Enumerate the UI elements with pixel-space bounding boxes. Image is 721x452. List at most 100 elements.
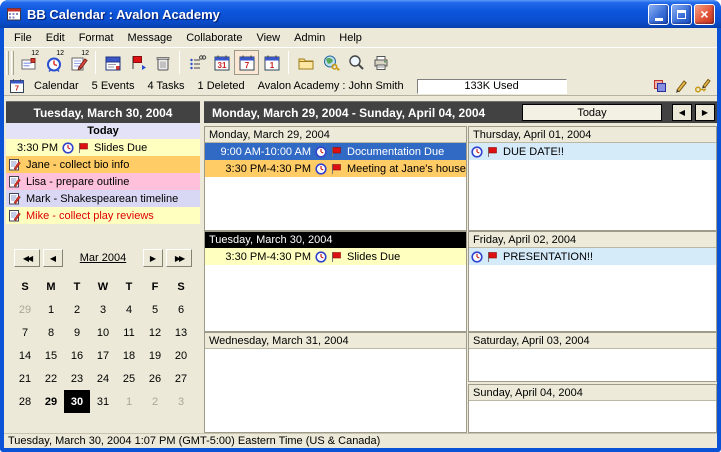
day-header[interactable]: Sunday, April 04, 2004 (469, 385, 716, 401)
event-row[interactable]: 3:30 PM-4:30 PMMeeting at Jane's house (205, 160, 466, 177)
menu-collaborate[interactable]: Collaborate (179, 30, 249, 46)
day-header[interactable]: Tuesday, March 30, 2004 (205, 232, 466, 248)
menu-help[interactable]: Help (332, 30, 369, 46)
mini-calendar-day[interactable]: 16 (64, 344, 90, 367)
prev-month-button[interactable]: ◀ (43, 249, 63, 267)
mini-calendar-day[interactable]: 17 (90, 344, 116, 367)
day-header[interactable]: Thursday, April 01, 2004 (469, 127, 716, 143)
status-bar: Tuesday, March 30, 2004 1:07 PM (GMT-5:0… (4, 433, 717, 448)
mini-calendar-day[interactable]: 29 (38, 390, 64, 413)
copy-notes-icon[interactable] (652, 78, 668, 94)
mini-calendar-day[interactable]: 1 (116, 390, 142, 413)
event-row[interactable]: DUE DATE!! (469, 143, 716, 160)
mini-calendar-day[interactable]: 15 (38, 344, 64, 367)
task-icon (8, 209, 21, 222)
mini-calendar-day[interactable]: 10 (90, 321, 116, 344)
calendar-view-icon: 7 (9, 78, 25, 94)
mini-calendar-day[interactable]: 6 (168, 298, 194, 321)
task-row[interactable]: Mark - Shakespearean timeline (6, 190, 200, 207)
mini-calendar: ◀◀ ◀ Mar 2004 ▶ ▶▶ SMTWTFS29123456789101… (6, 248, 200, 413)
mini-calendar-day[interactable]: 28 (12, 390, 38, 413)
mini-calendar-day[interactable]: 11 (116, 321, 142, 344)
day-header[interactable]: Friday, April 02, 2004 (469, 232, 716, 248)
week-view-button[interactable]: 7 (234, 50, 259, 75)
event-row[interactable]: PRESENTATION!! (469, 248, 716, 265)
mini-calendar-day[interactable]: 20 (168, 344, 194, 367)
month-view-button[interactable]: 31 (209, 50, 234, 75)
menu-message[interactable]: Message (121, 30, 180, 46)
day-header[interactable]: Saturday, April 03, 2004 (469, 333, 716, 349)
mini-calendar-day[interactable]: 18 (116, 344, 142, 367)
mini-calendar-day[interactable]: 26 (142, 367, 168, 390)
mini-calendar-day[interactable]: 29 (12, 298, 38, 321)
event-row[interactable]: 3:30 PM-4:30 PMSlides Due (205, 248, 466, 265)
mini-calendar-day[interactable]: 7 (12, 321, 38, 344)
mini-calendar-day[interactable]: 24 (90, 367, 116, 390)
menu-view[interactable]: View (249, 30, 287, 46)
mini-calendar-day[interactable]: 9 (64, 321, 90, 344)
svg-text:7: 7 (244, 61, 249, 70)
task-row[interactable]: Jane - collect bio info (6, 156, 200, 173)
task-icon (8, 158, 21, 171)
close-button[interactable]: × (694, 4, 715, 25)
event-label: Mark - Shakespearean timeline (24, 193, 178, 205)
menu-format[interactable]: Format (72, 30, 121, 46)
title-bar: BB Calendar : Avalon Academy × (0, 0, 721, 28)
mini-calendar-day[interactable]: 2 (142, 390, 168, 413)
new-alarm-button[interactable]: 12 (41, 50, 66, 75)
web-access-button[interactable] (318, 50, 343, 75)
mini-calendar-day[interactable]: 19 (142, 344, 168, 367)
today-bar[interactable]: Today (6, 123, 200, 139)
event-row[interactable]: 3:30 PMSlides Due (6, 139, 200, 156)
month-view-icon: 31 (212, 53, 232, 73)
mini-calendar-day[interactable]: 27 (168, 367, 194, 390)
sign-key-icon[interactable] (694, 78, 712, 94)
mini-calendar-day[interactable]: 23 (64, 367, 90, 390)
flag-icon (77, 142, 89, 154)
new-task-button[interactable]: 12 (66, 50, 91, 75)
mini-calendar-month[interactable]: Mar 2004 (63, 252, 143, 264)
maximize-button[interactable] (671, 4, 692, 25)
day-view-button[interactable]: 1 (259, 50, 284, 75)
event-time: 3:30 PM (8, 142, 62, 154)
menu-file[interactable]: File (7, 30, 39, 46)
prev-year-button[interactable]: ◀◀ (14, 249, 40, 267)
mini-calendar-day[interactable]: 8 (38, 321, 64, 344)
new-message-button[interactable]: 12 (16, 50, 41, 75)
delete-button[interactable] (150, 50, 175, 75)
mini-calendar-day[interactable]: 3 (90, 298, 116, 321)
mini-calendar-day[interactable]: 5 (142, 298, 168, 321)
event-label: Mike - collect play reviews (24, 210, 154, 222)
task-list-button[interactable] (184, 50, 209, 75)
mini-calendar-day[interactable]: 21 (12, 367, 38, 390)
mini-calendar-day[interactable]: 14 (12, 344, 38, 367)
event-row[interactable]: 9:00 AM-10:00 AMDocumentation Due (205, 143, 466, 160)
mini-calendar-day[interactable]: 31 (90, 390, 116, 413)
mini-calendar-day[interactable]: 3 (168, 390, 194, 413)
print-button[interactable] (368, 50, 393, 75)
mini-calendar-day[interactable]: 1 (38, 298, 64, 321)
mini-calendar-day[interactable]: 4 (116, 298, 142, 321)
day-view-icon: 1 (262, 53, 282, 73)
mini-calendar-day[interactable]: 30 (64, 390, 90, 413)
open-message-button[interactable] (100, 50, 125, 75)
next-month-button[interactable]: ▶ (143, 249, 163, 267)
mini-calendar-day[interactable]: 25 (116, 367, 142, 390)
folder-list-button[interactable] (293, 50, 318, 75)
flag-message-button[interactable] (125, 50, 150, 75)
day-header[interactable]: Wednesday, March 31, 2004 (205, 333, 466, 349)
day-header[interactable]: Monday, March 29, 2004 (205, 127, 466, 143)
minimize-button[interactable] (648, 4, 669, 25)
mini-calendar-day[interactable]: 2 (64, 298, 90, 321)
edit-pencil-icon[interactable] (673, 78, 689, 94)
mini-calendar-day[interactable]: 12 (142, 321, 168, 344)
next-year-button[interactable]: ▶▶ (166, 249, 192, 267)
task-row[interactable]: Mike - collect play reviews (6, 207, 200, 224)
task-row[interactable]: Lisa - prepare outline (6, 173, 200, 190)
menu-admin[interactable]: Admin (287, 30, 332, 46)
menu-edit[interactable]: Edit (39, 30, 72, 46)
mini-calendar-day[interactable]: 22 (38, 367, 64, 390)
mini-calendar-day[interactable]: 13 (168, 321, 194, 344)
search-button[interactable] (343, 50, 368, 75)
print-icon (371, 53, 391, 73)
